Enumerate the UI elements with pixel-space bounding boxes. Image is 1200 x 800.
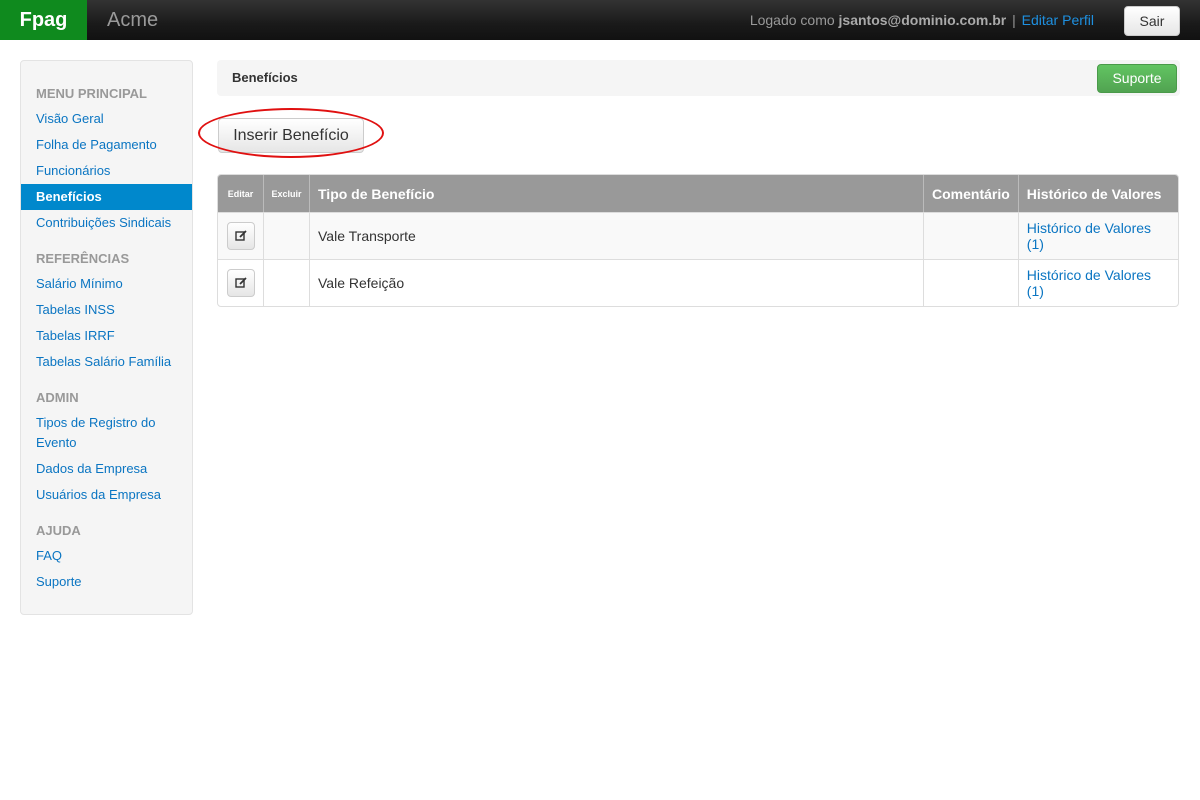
table-header-row: Editar Excluir Tipo de Benefício Comentá… [218, 175, 1178, 212]
edit-button[interactable] [226, 222, 255, 250]
sidebar-item[interactable]: Tipos de Registro do Evento [21, 410, 192, 456]
sidebar-item[interactable]: FAQ [21, 543, 192, 569]
comment-cell [923, 212, 1018, 259]
header-history: Histórico de Valores [1017, 175, 1178, 212]
company-name: Acme [107, 9, 159, 31]
edit-button[interactable] [226, 269, 255, 297]
user-info: Logado como jsantos@dominio.com.br | Edi… [750, 0, 1094, 40]
sidebar-section-header: ADMIN [36, 390, 79, 405]
sidebar-item[interactable]: Benefícios [21, 184, 192, 210]
insert-benefit-button[interactable]: Inserir Benefício [218, 118, 364, 153]
brand-logo[interactable]: Fpag [0, 0, 87, 40]
history-cell: Histórico de Valores (1) [1017, 259, 1178, 306]
sidebar-item[interactable]: Salário Mínimo [21, 271, 192, 297]
edit-cell [218, 212, 263, 259]
sidebar-item[interactable]: Tabelas Salário Família [21, 349, 192, 375]
sidebar-item[interactable]: Folha de Pagamento [21, 132, 192, 158]
sidebar-item[interactable]: Usuários da Empresa [21, 482, 192, 508]
sidebar-item[interactable]: Visão Geral [21, 106, 192, 132]
sidebar-item[interactable]: Tabelas IRRF [21, 323, 192, 349]
history-link[interactable]: Histórico de Valores (1) [1027, 267, 1151, 299]
header-comment: Comentário [923, 175, 1018, 212]
nav-separator: | [1012, 12, 1016, 28]
edit-icon [234, 277, 247, 288]
comment-cell [923, 259, 1018, 306]
top-navbar: Fpag Acme Logado como jsantos@dominio.co… [0, 0, 1200, 40]
logged-as-label: Logado como [749, 12, 835, 28]
sidebar-section-header: AJUDA [36, 523, 81, 538]
sidebar-item[interactable]: Contribuições Sindicais [21, 210, 192, 236]
edit-icon [234, 230, 247, 241]
history-cell: Histórico de Valores (1) [1017, 212, 1178, 259]
header-delete: Excluir [263, 175, 309, 212]
delete-cell [263, 259, 309, 306]
support-button[interactable]: Suporte [1097, 64, 1177, 93]
benefit-type-cell: Vale Refeição [309, 259, 923, 306]
sidebar-section-header: MENU PRINCIPAL [36, 86, 147, 101]
user-email: jsantos@dominio.com.br [838, 12, 1007, 28]
delete-cell [263, 212, 309, 259]
benefits-table: Editar Excluir Tipo de Benefício Comentá… [217, 174, 1179, 307]
history-link[interactable]: Histórico de Valores (1) [1027, 220, 1151, 252]
sidebar-item[interactable]: Funcionários [21, 158, 192, 184]
header-edit: Editar [218, 175, 263, 212]
page-title: Benefícios [232, 70, 298, 85]
sidebar-item[interactable]: Dados da Empresa [21, 456, 192, 482]
header-benefit-type: Tipo de Benefício [309, 175, 923, 212]
sidebar: MENU PRINCIPAL Visão Geral Folha de Pagame… [20, 60, 193, 615]
logout-button[interactable]: Sair [1124, 6, 1180, 36]
sidebar-item[interactable]: Tabelas INSS [21, 297, 192, 323]
edit-profile-link[interactable]: Editar Perfil [1022, 12, 1094, 28]
table-row: Vale Refeição Histórico de Valores (1) [218, 259, 1178, 306]
edit-cell [218, 259, 263, 306]
sidebar-section-header: REFERÊNCIAS [36, 251, 130, 266]
sidebar-item[interactable]: Suporte [21, 569, 192, 595]
page-header: Benefícios Suporte [217, 60, 1180, 96]
benefit-type-cell: Vale Transporte [309, 212, 923, 259]
table-row: Vale Transporte Histórico de Valores (1) [218, 212, 1178, 259]
